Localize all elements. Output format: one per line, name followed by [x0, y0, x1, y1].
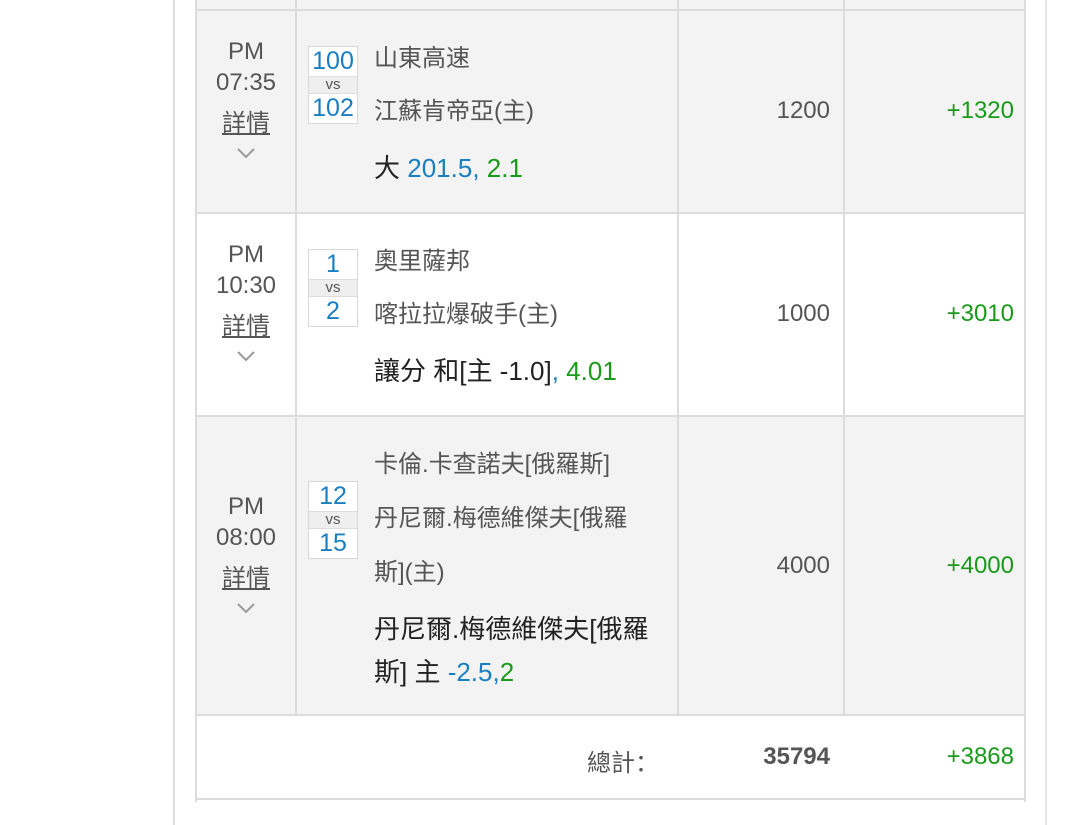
team-home-line2: 斯](主) — [374, 559, 445, 586]
bet-amount: 4000 — [776, 552, 830, 579]
bet-result: +3010 — [946, 300, 1014, 327]
bet-line: -2.5, — [447, 657, 500, 687]
match-time: PM 08:00 詳情 — [197, 491, 295, 614]
bet-line: , — [551, 356, 559, 386]
table-row: PM 07:35 詳情 100 vs 102 山東高速 江蘇肯帝亞(主) 大 2… — [197, 11, 1024, 214]
bet-selection: 讓分 和[主 -1.0], 4.01 — [374, 349, 617, 393]
total-amount: 35794 — [763, 743, 830, 770]
team-away: 卡倫.卡查諾夫[俄羅斯] — [374, 451, 611, 478]
score-home: 15 — [319, 529, 347, 557]
time-period: PM — [228, 493, 264, 520]
bet-history-table: PM 07:35 詳情 100 vs 102 山東高速 江蘇肯帝亞(主) 大 2… — [195, 0, 1026, 802]
score-away: 100 — [312, 47, 354, 75]
previous-row-fragment — [197, 0, 1024, 11]
chevron-down-icon[interactable] — [236, 350, 256, 362]
vs-label: vs — [309, 279, 357, 297]
team-home-line1: 丹尼爾.梅德維傑夫[俄羅 — [374, 505, 628, 532]
bet-odds: 2 — [499, 657, 515, 687]
bet-result: +4000 — [946, 552, 1014, 579]
chevron-down-icon[interactable] — [236, 602, 256, 614]
total-row: 總計： 35794 +3868 — [197, 716, 1024, 800]
total-label: 總計： — [587, 750, 659, 777]
details-link[interactable]: 詳情 — [197, 108, 295, 139]
score-home: 2 — [326, 297, 340, 325]
team-away: 奧里薩邦 — [374, 248, 470, 275]
bet-line: 201.5, — [407, 153, 480, 183]
chevron-down-icon[interactable] — [236, 147, 256, 159]
time-period: PM — [228, 241, 264, 268]
score-box: 100 vs 102 — [308, 46, 358, 124]
right-divider — [1045, 0, 1047, 825]
table-row: PM 08:00 詳情 12 vs 15 卡倫.卡查諾夫[俄羅斯] 丹尼爾.梅德… — [197, 417, 1024, 716]
bet-selection: 斯] 主 -2.5,2 — [374, 650, 514, 694]
time-value: 08:00 — [215, 524, 277, 551]
vs-label: vs — [309, 76, 357, 94]
details-link[interactable]: 詳情 — [197, 311, 295, 342]
bet-odds: 4.01 — [566, 356, 617, 386]
bet-amount: 1000 — [776, 300, 830, 327]
time-value: 07:35 — [215, 69, 277, 96]
left-divider — [173, 0, 175, 825]
bet-odds: 2.1 — [486, 153, 523, 183]
team-home: 江蘇肯帝亞(主) — [374, 98, 534, 125]
bet-amount: 1200 — [776, 97, 830, 124]
details-link[interactable]: 詳情 — [197, 563, 295, 594]
total-result: +3868 — [946, 743, 1014, 770]
score-box: 1 vs 2 — [308, 249, 358, 327]
bet-pick: 大 — [374, 153, 401, 183]
bet-selection-line1: 丹尼爾.梅德維傑夫[俄羅 — [374, 614, 649, 644]
bet-selection: 大 201.5, 2.1 — [374, 146, 523, 190]
time-period: PM — [228, 38, 264, 65]
vs-label: vs — [309, 511, 357, 529]
match-time: PM 10:30 詳情 — [197, 239, 295, 362]
bet-result: +1320 — [946, 97, 1014, 124]
score-away: 1 — [326, 250, 340, 278]
score-home: 102 — [312, 94, 354, 122]
bet-pick: 讓分 和[主 -1.0] — [374, 356, 552, 386]
time-value: 10:30 — [215, 272, 277, 299]
team-home: 喀拉拉爆破手(主) — [374, 301, 558, 328]
score-away: 12 — [319, 482, 347, 510]
score-box: 12 vs 15 — [308, 481, 358, 559]
team-away: 山東高速 — [374, 45, 470, 72]
match-time: PM 07:35 詳情 — [197, 36, 295, 159]
bet-pick: 斯] 主 — [374, 657, 441, 687]
table-row: PM 10:30 詳情 1 vs 2 奧里薩邦 喀拉拉爆破手(主) 讓分 和[主… — [197, 214, 1024, 417]
